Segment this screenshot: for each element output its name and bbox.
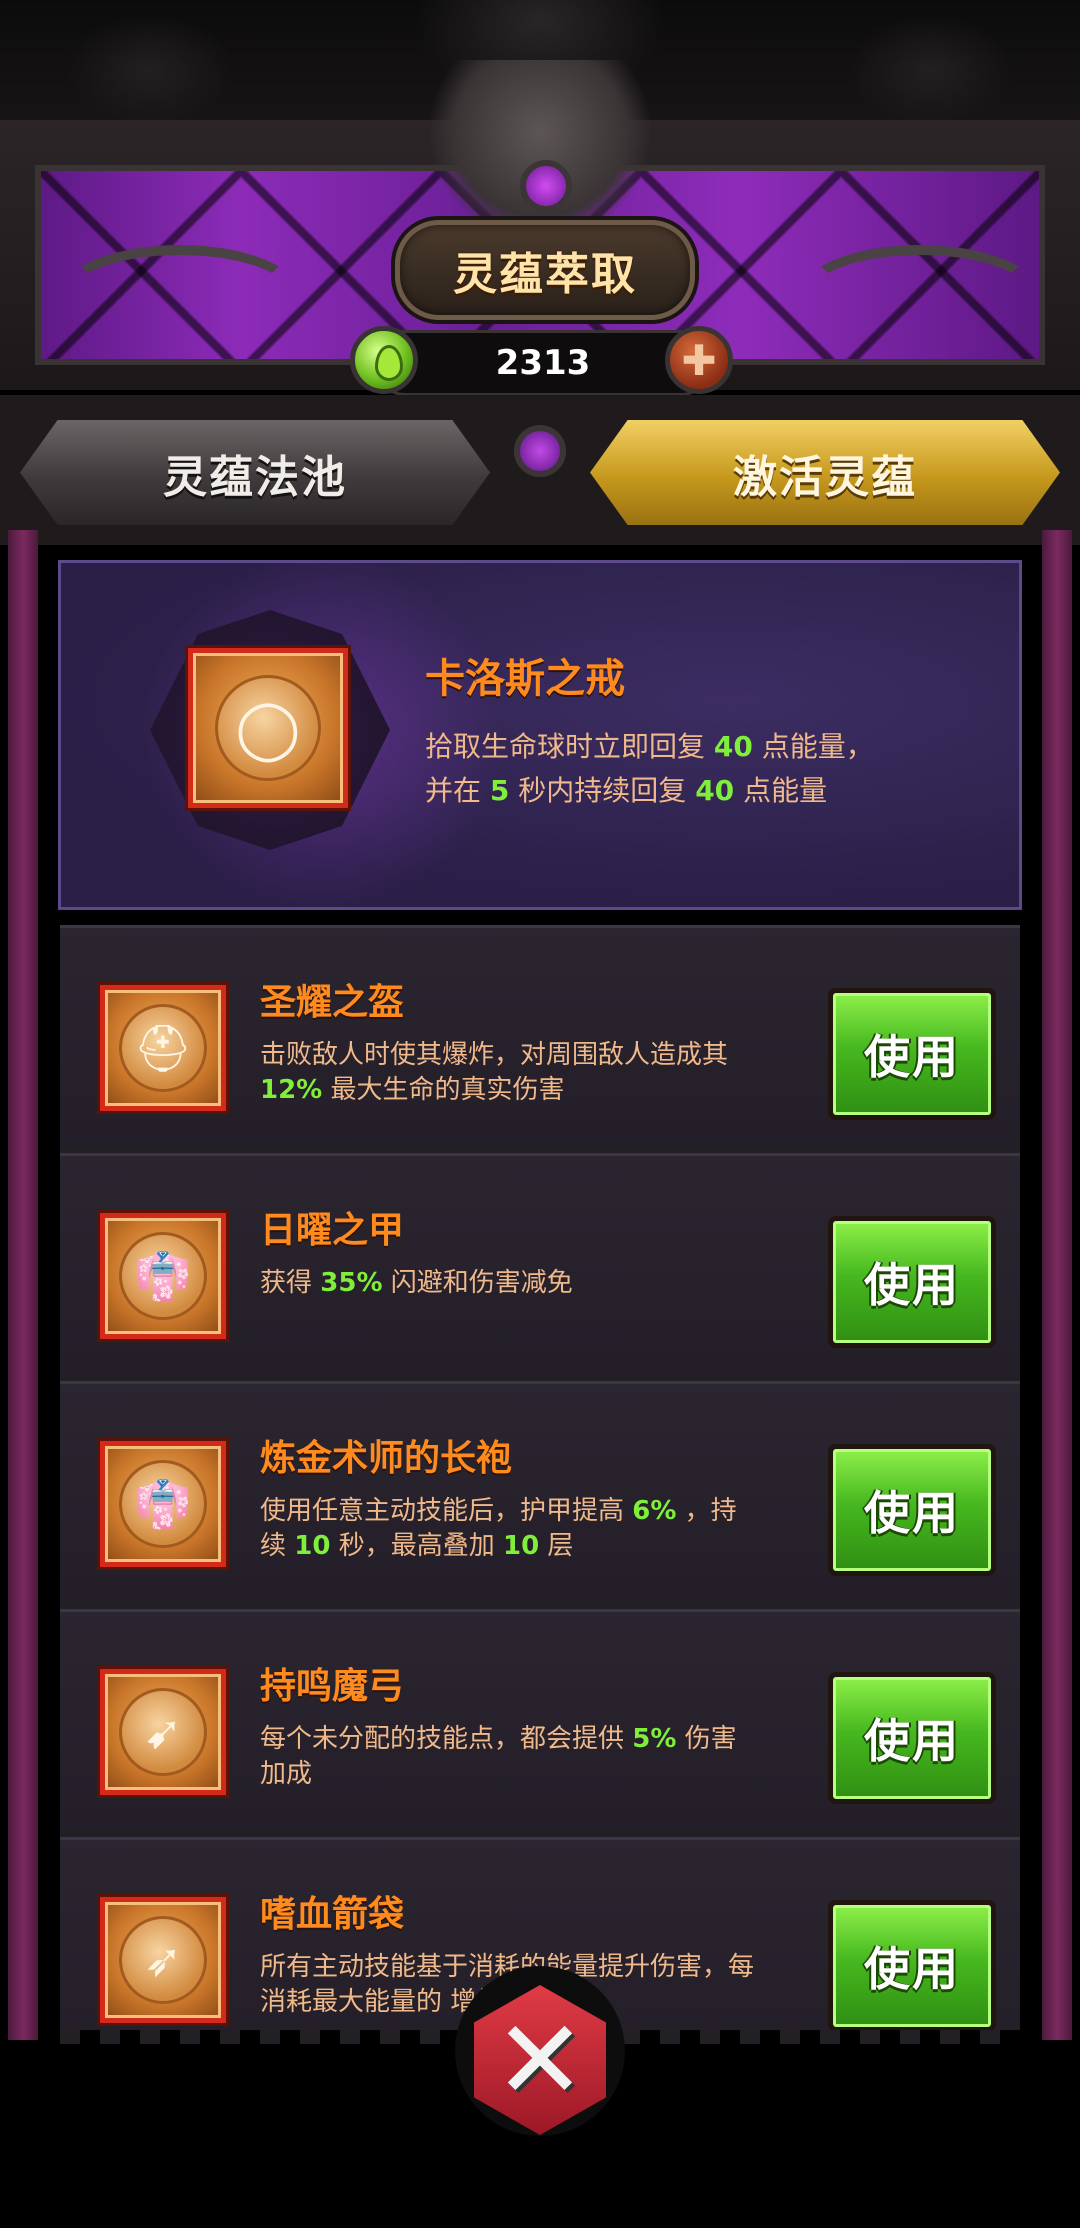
item-icon[interactable]: ➹ xyxy=(100,1669,226,1795)
description-text: 点能量 xyxy=(734,774,828,807)
close-button[interactable]: ✕ xyxy=(474,1985,606,2135)
description-text: 最大生命的真实伤害 xyxy=(322,1075,565,1105)
use-button-label: 使用 xyxy=(864,1486,960,1540)
item-icon[interactable]: 👘 xyxy=(100,1441,226,1567)
description-text: 加成 xyxy=(260,1759,313,1789)
use-button[interactable]: 使用 xyxy=(828,1444,996,1576)
add-currency-button[interactable]: ✚ xyxy=(665,326,733,394)
item-card: 👘 日曜之甲 获得 35% 闪避和伤害减免 使用 xyxy=(60,1153,1020,1373)
title-plate: 灵蕴萃取 xyxy=(395,220,695,320)
description-text: 拾取生命球时立即回复 xyxy=(425,730,714,763)
statue-ornament xyxy=(430,60,650,240)
currency-bar: 2313 xyxy=(375,330,711,396)
use-button-label: 使用 xyxy=(864,1030,960,1084)
highlight-value: 12% xyxy=(260,1075,323,1105)
use-button[interactable]: 使用 xyxy=(828,1900,996,2032)
green-gem-icon xyxy=(350,326,418,394)
bow-icon: ➹ xyxy=(119,1688,207,1776)
description-text: 并在 xyxy=(425,774,490,807)
item-name: 圣耀之盔 xyxy=(260,982,405,1023)
item-card: ➹ 持鸣魔弓 每个未分配的技能点，都会提供 5% 伤害 加成 使用 xyxy=(60,1609,1020,1829)
use-button[interactable]: 使用 xyxy=(828,1216,996,1348)
item-name: 嗜血箭袋 xyxy=(260,1894,405,1935)
use-button-label: 使用 xyxy=(864,1714,960,1768)
item-name: 持鸣魔弓 xyxy=(260,1666,405,1707)
page-title: 灵蕴萃取 xyxy=(453,249,637,300)
featured-item-description: 拾取生命球时立即回复 40 点能量， 并在 5 秒内持续回复 40 点能量 xyxy=(425,725,985,813)
item-description: 使用任意主动技能后，护甲提高 6% ，持续 10 秒，最高叠加 10 层 xyxy=(260,1494,860,1564)
description-text: 点能量， xyxy=(752,730,874,763)
highlight-value: 6% xyxy=(632,1496,677,1526)
helmet-icon: ⛑ xyxy=(119,1004,207,1092)
purple-orb-ornament xyxy=(520,160,572,212)
description-text: 每个未分配的技能点，都会提供 xyxy=(260,1724,633,1754)
use-button-label: 使用 xyxy=(864,1258,960,1312)
featured-item-icon[interactable]: ◯ xyxy=(188,648,348,808)
item-card: ⛑ 圣耀之盔击败敌人时使其爆炸，对周围敌人造成其 12% 最大生命的真实伤害 使用 xyxy=(60,925,1020,1145)
item-description: 获得 35% 闪避和伤害减免 xyxy=(260,1266,860,1301)
item-card: 👘 炼金术师的长袍使用任意主动技能后，护甲提高 6% ，持续 10 秒，最高叠加 … xyxy=(60,1381,1020,1601)
armor-icon: 👘 xyxy=(119,1232,207,1320)
description-text: 闪避和伤害减免 xyxy=(382,1268,573,1298)
purple-orb-ornament xyxy=(514,425,566,477)
item-icon[interactable]: 👘 xyxy=(100,1213,226,1339)
item-name: 炼金术师的长袍 xyxy=(260,1438,513,1479)
description-text: 使用任意主动技能后，护甲提高 xyxy=(260,1496,633,1526)
description-text: ，持 xyxy=(676,1496,737,1526)
highlight-value: 40 xyxy=(695,774,735,807)
highlight-value: 5% xyxy=(632,1724,677,1754)
highlight-value: 35% xyxy=(320,1268,383,1298)
ring-icon: ◯ xyxy=(215,675,321,781)
description-text: 秒，最高叠加 xyxy=(330,1531,503,1561)
description-text: 层 xyxy=(539,1531,574,1561)
description-text: 击败敌人时使其爆炸，对周围敌人造成其 xyxy=(260,1040,729,1070)
tab-spirit-pool[interactable]: 灵蕴法池 xyxy=(20,420,490,525)
tab-label: 灵蕴法池 xyxy=(163,451,347,503)
description-text: 续 xyxy=(260,1531,295,1561)
item-name: 日曜之甲 xyxy=(260,1210,405,1251)
tab-label: 激活灵蕴 xyxy=(733,451,917,503)
item-list[interactable]: ⛑ 圣耀之盔 击败敌人时使其爆炸，对周围敌人造成其 12% 最大生命的真实伤害 使用 👘 日… xyxy=(60,925,1020,2040)
highlight-value: 5 xyxy=(489,774,510,807)
highlight-value: 10 xyxy=(502,1531,540,1561)
description-text: 消耗最大能量的 xyxy=(260,1987,451,2017)
highlight-value: 10 xyxy=(294,1531,331,1561)
currency-value: 2313 xyxy=(495,343,591,383)
use-button-label: 使用 xyxy=(864,1942,960,1996)
item-description: 击败敌人时使其爆炸，对周围敌人造成其 12% 最大生命的真实伤害 xyxy=(260,1038,860,1108)
left-scroll-ornament xyxy=(60,245,300,345)
description-text: 获得 xyxy=(260,1268,321,1298)
robe-icon: 👘 xyxy=(119,1460,207,1548)
right-frame-pillar xyxy=(1042,530,1072,2040)
quiver-icon: ➶ xyxy=(119,1916,207,2004)
right-scroll-ornament xyxy=(800,245,1040,345)
use-button[interactable]: 使用 xyxy=(828,988,996,1120)
featured-item-name: 卡洛斯之戒 xyxy=(425,656,625,702)
item-description: 每个未分配的技能点，都会提供 5% 伤害加成 xyxy=(260,1722,860,1792)
item-icon[interactable]: ➶ xyxy=(100,1897,226,2023)
tab-activate-spirit[interactable]: 激活灵蕴 xyxy=(590,420,1060,525)
description-text: 秒内持续回复 xyxy=(509,774,696,807)
item-icon[interactable]: ⛑ xyxy=(100,985,226,1111)
close-icon: ✕ xyxy=(493,1996,587,2124)
left-frame-pillar xyxy=(8,530,38,2040)
description-text: 伤害 xyxy=(676,1724,737,1754)
highlight-value: 40 xyxy=(713,730,753,763)
use-button[interactable]: 使用 xyxy=(828,1672,996,1804)
